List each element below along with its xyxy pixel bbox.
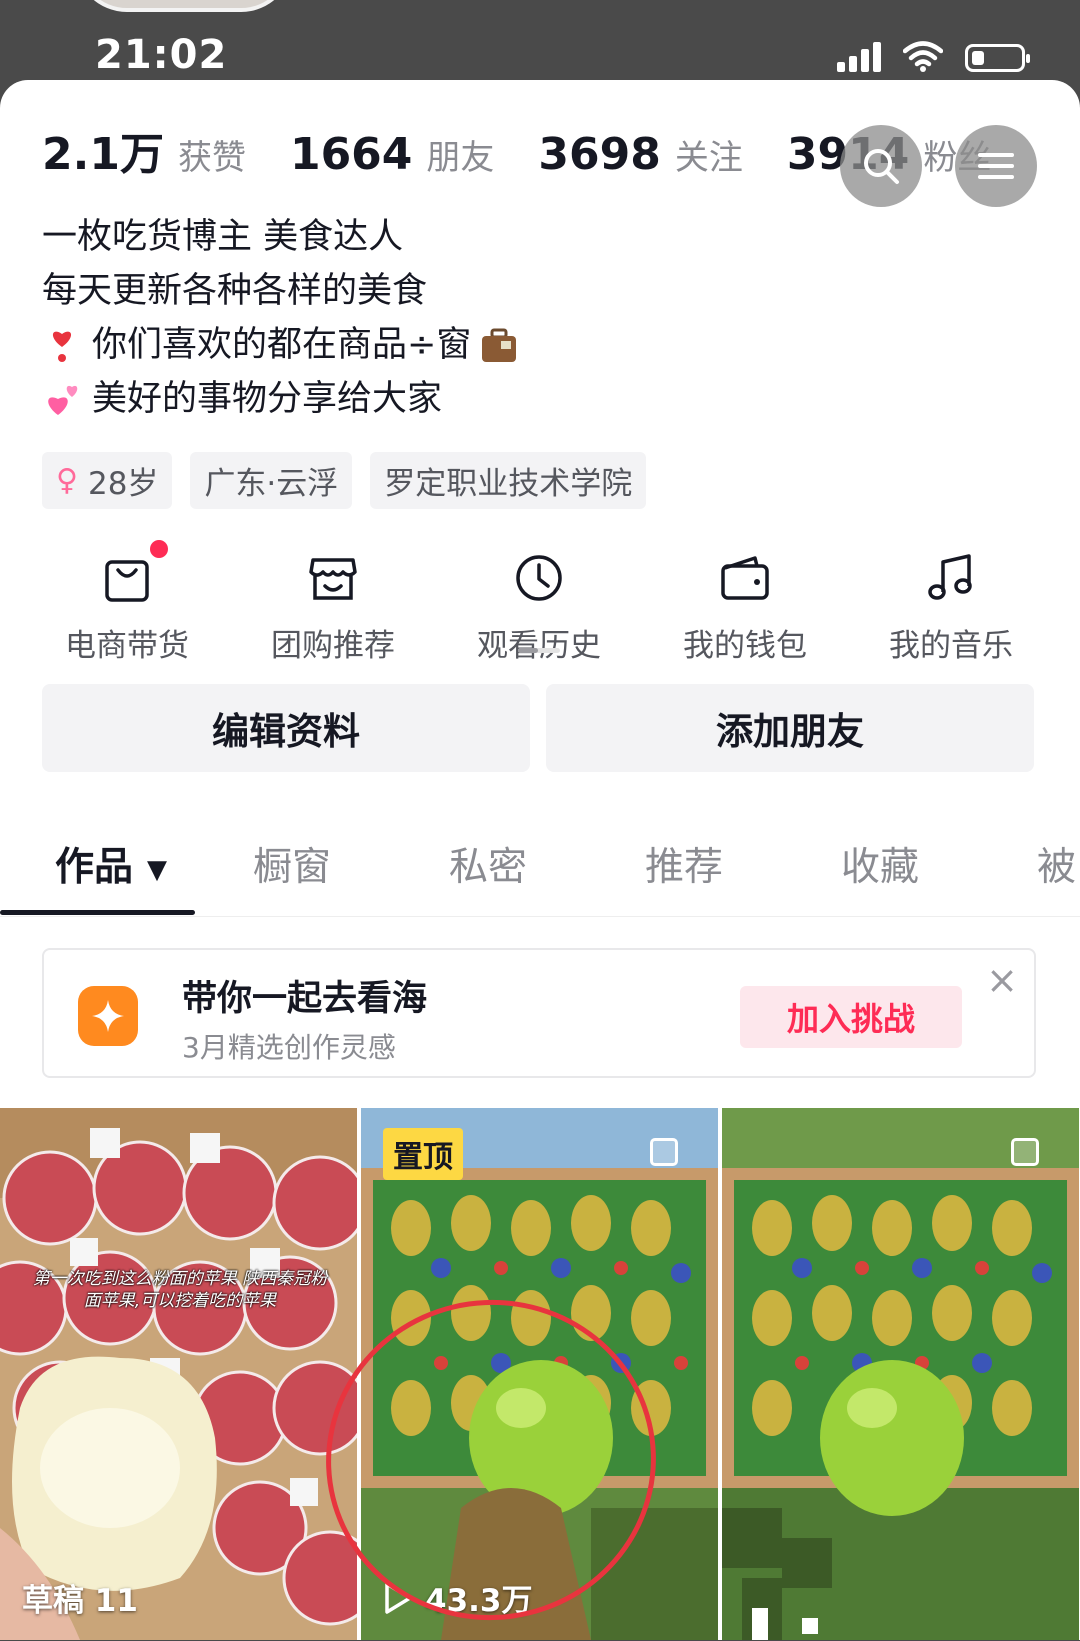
kiwi-box-image xyxy=(722,1108,1079,1640)
heart-exclamation-icon xyxy=(52,331,72,362)
status-time: 21:02 xyxy=(95,32,228,78)
bio-text: 你们喜欢的都在商品÷窗 xyxy=(92,325,472,365)
tab-more[interactable]: 被 xyxy=(1037,836,1076,892)
video-thumbnail[interactable] xyxy=(722,1108,1079,1640)
quick-entry-label: 电商带货 xyxy=(65,628,189,664)
stat-number: 1664 xyxy=(289,129,413,180)
age-tag: ♀ 28岁 xyxy=(42,452,173,509)
search-button[interactable] xyxy=(840,125,922,207)
bio-line: 每天更新各种各样的美食 xyxy=(42,271,428,311)
tab-private[interactable]: 私密 xyxy=(449,836,527,892)
status-icons xyxy=(837,40,1030,72)
bio-text: 美好的事物分享给大家 xyxy=(92,379,443,419)
close-icon[interactable]: × xyxy=(986,958,1018,1002)
quick-entry-group-buy[interactable]: 团购推荐 xyxy=(230,550,436,665)
profile-tags: ♀ 28岁 广东·云浮 罗定职业技术学院 xyxy=(42,452,647,509)
location-tag: 广东·云浮 xyxy=(190,452,353,509)
avatar[interactable] xyxy=(75,0,293,12)
select-checkbox[interactable] xyxy=(1011,1138,1039,1166)
shopping-bag-icon xyxy=(105,560,149,602)
stat-label: 关注 xyxy=(674,138,743,178)
bio: 一枚吃货博主 美食达人 每天更新各种各样的美食 你们喜欢的都在商品÷窗 美好的事… xyxy=(42,210,529,426)
battery-icon xyxy=(965,44,1030,72)
female-icon: ♀ xyxy=(56,463,78,498)
tab-recommend[interactable]: 推荐 xyxy=(645,836,723,892)
bio-line: 一枚吃货博主 美食达人 xyxy=(42,217,404,257)
apple-box-image xyxy=(0,1108,357,1640)
banner-title: 带你一起去看海 xyxy=(182,979,428,1019)
music-note-icon xyxy=(928,554,972,600)
store-icon xyxy=(309,558,357,600)
status-bar: 21:02 xyxy=(0,0,1080,82)
pinned-badge: 置顶 xyxy=(383,1128,463,1180)
profile-actions: 编辑资料 添加朋友 xyxy=(42,684,1034,772)
tab-favorites[interactable]: 收藏 xyxy=(841,836,919,892)
wallet-icon xyxy=(721,556,769,600)
active-tab-indicator xyxy=(0,910,195,915)
stat-following[interactable]: 3698 关注 xyxy=(538,129,742,180)
join-challenge-button[interactable]: 加入挑战 xyxy=(740,986,962,1048)
sparkle-icon xyxy=(78,986,138,1046)
bio-line: 美好的事物分享给大家 xyxy=(42,372,529,426)
banner-subtitle: 3月精选创作灵感 xyxy=(182,1031,396,1064)
challenge-banner[interactable]: 带你一起去看海 3月精选创作灵感 加入挑战 × xyxy=(42,948,1036,1078)
caret-down-icon[interactable]: ▼ xyxy=(147,855,167,885)
add-friend-button[interactable]: 添加朋友 xyxy=(546,684,1034,772)
select-checkbox[interactable] xyxy=(650,1138,678,1166)
signal-icon xyxy=(837,40,881,72)
quick-entry-ecommerce[interactable]: 电商带货 xyxy=(24,540,230,665)
stat-likes[interactable]: 2.1万 获赞 xyxy=(42,118,246,182)
tab-label: 作品 xyxy=(55,845,134,890)
notification-dot xyxy=(150,540,168,558)
search-icon xyxy=(864,149,899,184)
draft-caption: 草稿 11 xyxy=(22,1583,138,1619)
clock-icon xyxy=(516,555,562,601)
tab-showcase[interactable]: 橱窗 xyxy=(253,836,331,892)
age-text: 28岁 xyxy=(87,466,159,502)
quick-entry-label: 我的音乐 xyxy=(889,628,1013,664)
content-tabs: 作品 ▼ 橱窗 私密 推荐 收藏 被 xyxy=(0,810,1080,917)
suitcase-icon xyxy=(482,328,517,362)
school-tag[interactable]: 罗定职业技术学院 xyxy=(370,452,647,509)
quick-entry-label: 团购推荐 xyxy=(271,628,395,664)
two-hearts-icon xyxy=(48,385,78,415)
quick-entry-music[interactable]: 我的音乐 xyxy=(848,550,1054,665)
menu-button[interactable] xyxy=(955,125,1037,207)
stat-friends[interactable]: 1664 朋友 xyxy=(290,129,494,180)
bio-line: 你们喜欢的都在商品÷窗 xyxy=(42,318,529,372)
edit-profile-button[interactable]: 编辑资料 xyxy=(42,684,530,772)
video-thumbnail-draft[interactable]: 第一次吃到这么粉面的苹果 陕西秦冠粉面苹果,可以挖着吃的苹果 草稿 11 xyxy=(0,1108,357,1640)
stat-label: 获赞 xyxy=(177,138,246,178)
wifi-icon xyxy=(903,41,943,72)
quick-entry-label: 我的钱包 xyxy=(683,628,807,664)
hamburger-icon xyxy=(978,153,1014,179)
stat-label: 朋友 xyxy=(426,138,495,178)
quick-entries-scroll-indicator xyxy=(518,648,560,653)
stat-number: 2.1万 xyxy=(42,129,164,180)
tab-works[interactable]: 作品 ▼ xyxy=(55,836,167,892)
stat-number: 3698 xyxy=(538,129,661,180)
video-overlay-text: 第一次吃到这么粉面的苹果 陕西秦冠粉面苹果,可以挖着吃的苹果 xyxy=(32,1269,328,1311)
quick-entry-label: 观看历史 xyxy=(477,628,601,664)
quick-entry-wallet[interactable]: 我的钱包 xyxy=(642,550,848,665)
